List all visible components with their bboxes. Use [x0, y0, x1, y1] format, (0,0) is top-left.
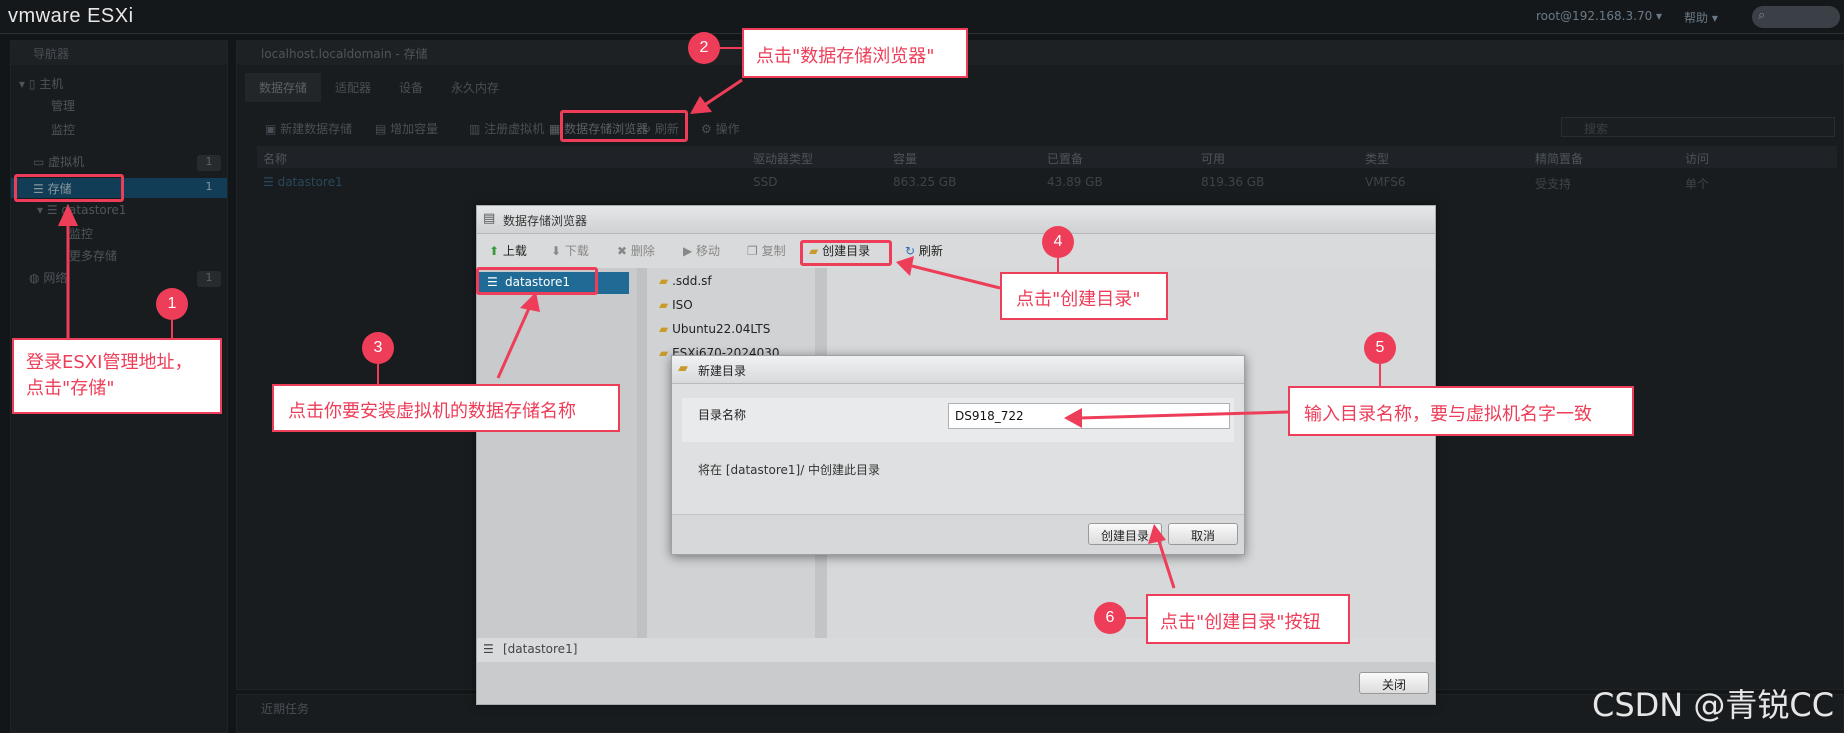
step-number-5: 5 [1364, 332, 1396, 364]
directory-form: 目录名称 DS918_722 [682, 398, 1234, 442]
datastore-icon: ☰ [483, 642, 494, 656]
directory-note: 将在 [datastore1]/ 中创建此目录 [698, 463, 881, 477]
col1-scrollbar[interactable] [637, 268, 647, 638]
callout-step-6: 点击"创建目录"按钮 [1146, 594, 1350, 644]
close-button[interactable]: 关闭 [1359, 672, 1429, 694]
callout-step-3: 点击你要安装虚拟机的数据存储名称 [272, 384, 620, 432]
browser-refresh-button[interactable]: ↻ 刷新 [905, 242, 943, 259]
delete-button[interactable]: ✖ 删除 [617, 242, 655, 259]
folder-icon: ▰ [659, 322, 669, 336]
step-number-1: 1 [156, 288, 188, 320]
datastore-list: ☰ datastore1 [477, 268, 637, 638]
callout-1-line-1: 登录ESXI管理地址， [26, 352, 193, 373]
list-item[interactable]: ▰ ISO [659, 298, 693, 312]
folder-icon: ▰ [659, 346, 669, 360]
folder-icon: ▰ [659, 298, 669, 312]
step-5-connector [1379, 364, 1381, 386]
upload-icon: ⬆ [489, 244, 500, 258]
step-1-connector [171, 320, 173, 338]
highlight-create-directory [800, 240, 892, 266]
step-number-2: 2 [688, 32, 720, 64]
list-item[interactable]: ▰ .sdd.sf [659, 274, 712, 288]
step-3-connector [377, 364, 379, 384]
browser-footer: 关闭 [477, 662, 1435, 704]
step-2-connector [720, 47, 742, 49]
folder-icon: ▰ [678, 361, 688, 376]
directory-name-input[interactable]: DS918_722 [948, 403, 1230, 429]
step-6-connector [1126, 617, 1146, 619]
upload-button[interactable]: ⬆ 上载 [489, 242, 527, 259]
callout-step-2: 点击"数据存储浏览器" [742, 28, 968, 78]
callout-step-4: 点击"创建目录" [1000, 272, 1168, 320]
refresh-icon: ↻ [905, 244, 916, 258]
cancel-button[interactable]: 取消 [1168, 523, 1238, 545]
folder-icon: ▰ [659, 274, 669, 288]
browser-title: 数据存储浏览器 [477, 206, 1435, 234]
step-number-3: 3 [362, 332, 394, 364]
watermark: CSDN @青锐CC [1592, 686, 1835, 724]
vmware-logo: vmware ESXi [8, 5, 134, 27]
callout-1-line-2: 点击"存储" [26, 378, 115, 399]
highlight-datastore1 [476, 267, 598, 295]
dialog-footer: 创建目录 取消 [672, 514, 1244, 554]
search-icon: ⌕ [1758, 8, 1766, 23]
callout-step-1: 登录ESXI管理地址， 点击"存储" [12, 338, 222, 414]
step-4-connector [1057, 258, 1059, 272]
directory-name-label: 目录名称 [698, 408, 747, 422]
highlight-datastore-browser [560, 110, 688, 142]
dialog-title: 新建目录 [672, 356, 1244, 384]
step-number-4: 4 [1042, 226, 1074, 258]
callout-step-5: 输入目录名称，要与虚拟机名字一致 [1288, 386, 1634, 436]
global-search[interactable]: ⌕ [1752, 6, 1840, 28]
copy-button[interactable]: ❐ 复制 [747, 242, 786, 259]
new-directory-dialog: 新建目录 ▰ 目录名称 DS918_722 将在 [datastore1]/ 中… [671, 355, 1245, 555]
highlight-storage [14, 174, 124, 202]
list-item[interactable]: ▰ Ubuntu22.04LTS [659, 322, 770, 336]
browser-window-icon: ▤ [483, 211, 496, 226]
move-button[interactable]: ▶ 移动 [683, 242, 720, 259]
step-number-6: 6 [1094, 602, 1126, 634]
browser-toolbar: ⬆ 上载 ⬇ 下载 ✖ 删除 ▶ 移动 ❐ 复制 ▰ 创建目录 ↻ 刷新 [477, 236, 1435, 262]
help-menu[interactable]: 帮助 ▾ [1684, 9, 1718, 26]
create-directory-confirm-button[interactable]: 创建目录 [1088, 523, 1162, 545]
download-button[interactable]: ⬇ 下载 [551, 242, 589, 259]
user-menu[interactable]: root@192.168.3.70 ▾ [1536, 9, 1662, 23]
